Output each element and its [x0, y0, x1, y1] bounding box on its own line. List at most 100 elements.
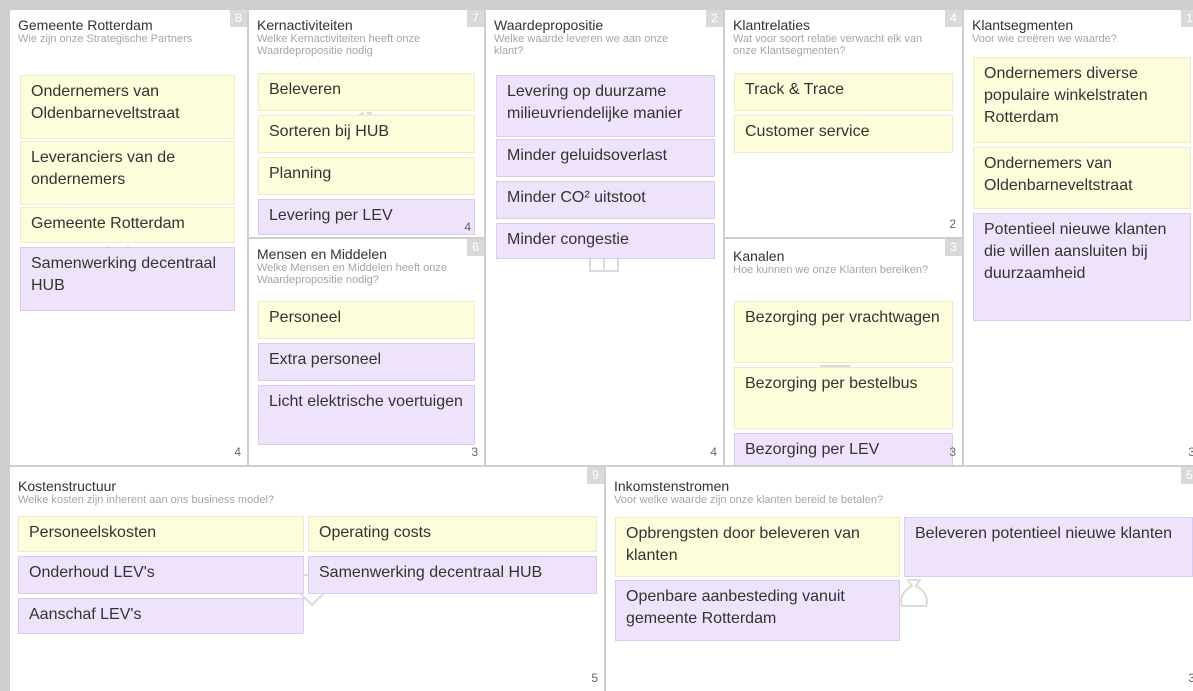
note-text: Potentieel nieuwe klanten die willen aan… — [984, 221, 1167, 282]
note[interactable]: Opbrengsten door beleveren van klanten — [615, 517, 900, 577]
note-text: Minder congestie — [507, 231, 629, 248]
note[interactable]: Leveranciers van de ondernemers — [20, 141, 235, 205]
note-text: Levering op duurzame milieuvriendelijke … — [507, 83, 683, 122]
note[interactable]: Beleveren — [258, 73, 475, 111]
block-cost-structure[interactable]: Kostenstructuur Welke kosten zijn inhere… — [10, 467, 604, 691]
block-key-partners[interactable]: Gemeente Rotterdam Wie zijn onze Strateg… — [10, 10, 247, 465]
note-text: Licht elektrische voertuigen — [269, 393, 463, 410]
note[interactable]: Aanschaf LEV's — [18, 598, 304, 634]
note[interactable]: Planning — [258, 157, 475, 195]
note-text: Opbrengsten door beleveren van klanten — [626, 525, 860, 564]
block-title: Gemeente Rotterdam — [18, 17, 153, 33]
note-text: Track & Trace — [745, 81, 844, 98]
block-subtitle: Welke Kernactiviteiten heeft onze Waarde… — [257, 33, 421, 57]
block-channels[interactable]: Kanalen Hoe kunnen we onze Klanten berei… — [725, 239, 962, 465]
note-text: Levering per LEV — [269, 207, 393, 224]
block-number-badge: 6 — [467, 239, 484, 256]
note[interactable]: Bezorging per LEV — [734, 433, 953, 465]
block-subtitle: Wat voor soort relatie verwacht elk van … — [733, 33, 923, 57]
block-value-proposition[interactable]: Waardepropositie Welke waarde leveren we… — [486, 10, 723, 465]
note-text: Ondernemers van Oldenbarneveltstraat — [984, 155, 1133, 194]
block-title: Klantrelaties — [733, 17, 811, 33]
note-text: Beleveren potentieel nieuwe klanten — [915, 525, 1173, 542]
block-title: Mensen en Middelen — [257, 246, 387, 262]
block-subtitle: Voor welke waarde zijn onze klanten bere… — [614, 494, 884, 506]
note[interactable]: Sorteren bij HUB — [258, 115, 475, 153]
note-text: Operating costs — [319, 524, 432, 541]
note-text: Personeelskosten — [29, 524, 157, 541]
note-count: 4 — [464, 220, 471, 234]
note-text: Minder CO² uitstoot — [507, 189, 646, 206]
block-number-badge: 8 — [230, 10, 247, 27]
block-key-resources[interactable]: Mensen en Middelen Welke Mensen en Midde… — [249, 239, 484, 465]
note-text: Ondernemers van Oldenbarneveltstraat — [31, 83, 180, 122]
note-text: Openbare aanbesteding vanuit gemeente Ro… — [626, 588, 845, 627]
note[interactable]: Potentieel nieuwe klanten die willen aan… — [973, 213, 1191, 321]
note[interactable]: Gemeente Rotterdam — [20, 207, 235, 243]
note-count: 3 — [1188, 671, 1193, 685]
block-number-badge: 3 — [945, 239, 962, 256]
note[interactable]: Extra personeel — [258, 343, 475, 381]
note[interactable]: Beleveren potentieel nieuwe klanten — [904, 517, 1193, 577]
note[interactable]: Levering per LEV 4 — [258, 199, 475, 235]
note[interactable]: Openbare aanbesteding vanuit gemeente Ro… — [615, 580, 900, 641]
block-key-activities[interactable]: Kernactiviteiten Welke Kernactiviteiten … — [249, 10, 484, 237]
block-subtitle: Welke waarde leveren we aan onze klant? — [494, 33, 669, 57]
block-title: Waardepropositie — [494, 17, 604, 33]
note-text: Ondernemers diverse populaire winkelstra… — [984, 65, 1148, 126]
block-number-badge: 7 — [467, 10, 484, 27]
note[interactable]: Track & Trace — [734, 73, 953, 111]
block-subtitle: Hoe kunnen we onze Klanten bereiken? — [733, 264, 929, 276]
block-subtitle: Voor wie creëren we waarde? — [972, 33, 1117, 45]
note[interactable]: Samenwerking decentraal HUB — [308, 556, 597, 594]
note[interactable]: Minder congestie — [496, 223, 715, 259]
note[interactable]: Operating costs — [308, 516, 597, 552]
block-title: Inkomstenstromen — [614, 478, 730, 494]
block-customer-relationships[interactable]: Klantrelaties Wat voor soort relatie ver… — [725, 10, 962, 237]
note[interactable]: Onderhoud LEV's — [18, 556, 304, 594]
block-title: Klantsegmenten — [972, 17, 1074, 33]
note-text: Planning — [269, 165, 332, 182]
note-text: Samenwerking decentraal HUB — [31, 255, 216, 294]
note-count: 5 — [591, 671, 598, 685]
note[interactable]: Customer service — [734, 115, 953, 153]
block-customer-segments[interactable]: Klantsegmenten Voor wie creëren we waard… — [964, 10, 1193, 465]
note[interactable]: Levering op duurzame milieuvriendelijke … — [496, 75, 715, 137]
note[interactable]: Personeelskosten — [18, 516, 304, 552]
block-subtitle: Welke kosten zijn inherent aan ons busin… — [18, 494, 275, 506]
note-count: 3 — [1188, 445, 1193, 459]
block-title: Kanalen — [733, 248, 785, 264]
note[interactable]: Samenwerking decentraal HUB — [20, 247, 235, 311]
note-text: Bezorging per vrachtwagen — [745, 309, 940, 326]
note-text: Bezorging per bestelbus — [745, 375, 918, 392]
block-number-badge: 9 — [587, 467, 604, 484]
note[interactable]: Bezorging per bestelbus — [734, 367, 953, 429]
note-count: 3 — [949, 445, 956, 459]
business-model-canvas: Gemeente Rotterdam Wie zijn onze Strateg… — [0, 0, 1193, 691]
note-text: Extra personeel — [269, 351, 382, 368]
note[interactable]: Licht elektrische voertuigen — [258, 385, 475, 445]
note[interactable]: Minder CO² uitstoot — [496, 181, 715, 219]
note[interactable]: Minder geluidsoverlast — [496, 139, 715, 177]
block-number-badge: 1 — [1181, 10, 1193, 27]
note-text: Minder geluidsoverlast — [507, 147, 668, 164]
note-text: Sorteren bij HUB — [269, 123, 390, 140]
note[interactable]: Ondernemers diverse populaire winkelstra… — [973, 57, 1191, 143]
block-revenue-streams[interactable]: Inkomstenstromen Voor welke waarde zijn … — [606, 467, 1193, 691]
note[interactable]: Ondernemers van Oldenbarneveltstraat — [20, 75, 235, 139]
block-number-badge: 5 — [1181, 467, 1193, 484]
note-count: 4 — [710, 445, 717, 459]
note-text: Samenwerking decentraal HUB — [319, 564, 543, 581]
note[interactable]: Personeel — [258, 301, 475, 339]
note[interactable]: Ondernemers van Oldenbarneveltstraat — [973, 147, 1191, 209]
block-title: Kernactiviteiten — [257, 17, 353, 33]
note-count: 4 — [234, 445, 241, 459]
note-text: Personeel — [269, 309, 342, 326]
block-subtitle: Wie zijn onze Strategische Partners — [18, 33, 193, 45]
note-text: Aanschaf LEV's — [29, 606, 142, 623]
block-number-badge: 2 — [706, 10, 723, 27]
note[interactable]: Bezorging per vrachtwagen — [734, 301, 953, 363]
note-text: Customer service — [745, 123, 870, 140]
block-number-badge: 4 — [945, 10, 962, 27]
note-text: Gemeente Rotterdam — [31, 215, 185, 232]
